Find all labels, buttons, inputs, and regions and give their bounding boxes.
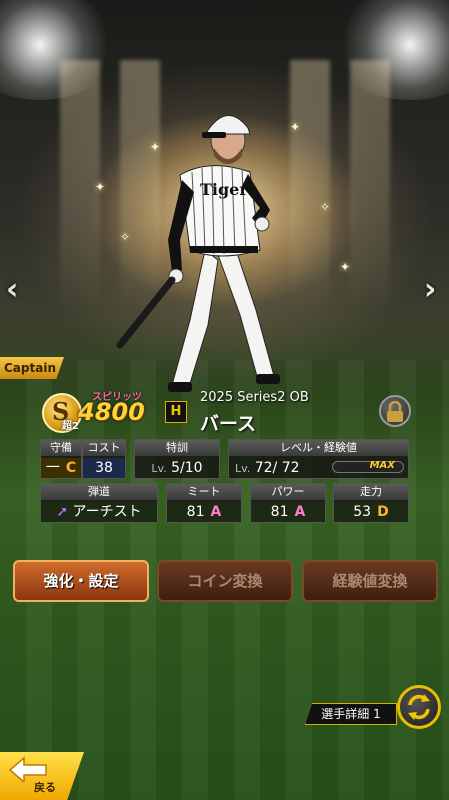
stat-speed: 走力 53 D [333, 483, 409, 523]
rank-badge: S 超2 [42, 393, 82, 433]
swap-button[interactable] [397, 685, 441, 729]
stat-level: レベル・経験値 Lv. 72/ 72 MAX [228, 439, 409, 479]
speed-rank: D [377, 504, 389, 520]
player-card-screen: ✦ ✦ ✧ ✧ ✦ ✦ Tiger ‹ › Captain S 超2 スピリッツ… [0, 0, 449, 800]
lock-button[interactable] [379, 395, 411, 427]
rank-sub: 超2 [62, 421, 79, 432]
team-logo-icon: H [165, 401, 187, 423]
stat-value: 81 A [251, 502, 325, 522]
stat-label: レベル・経験値 [229, 440, 408, 456]
cost-value: 38 [83, 458, 125, 478]
stat-value: 53 D [334, 502, 408, 522]
stat-value: 81 A [167, 502, 241, 522]
exp-convert-button[interactable]: 経験値変換 [302, 560, 438, 602]
max-label: MAX [369, 460, 395, 471]
sparkle-icon: ✦ [340, 260, 351, 274]
sparkle-icon: ✧ [320, 200, 331, 214]
lv-prefix: Lv. [151, 462, 167, 475]
light-pillar [350, 60, 390, 310]
power-rank: A [294, 504, 306, 520]
series-label: 2025 Series2 OB [200, 390, 309, 405]
stat-training: 特訓 Lv. 5/10 [134, 439, 220, 479]
player-name: バース [200, 413, 257, 435]
exp-bar: MAX [332, 460, 404, 473]
meet-value: 81 [186, 504, 205, 520]
stat-label: 弾道 [41, 484, 157, 500]
stat-power: パワー 81 A [250, 483, 326, 523]
stat-label: 守備 [41, 440, 81, 456]
stat-position: 守備 一C [40, 439, 82, 479]
power-value: 81 [270, 504, 289, 520]
stat-value: ➚ アーチスト [41, 502, 157, 522]
stat-label: コスト [83, 440, 125, 456]
stat-trajectory: 弾道 ➚ アーチスト [40, 483, 158, 523]
light-pillar [60, 60, 100, 310]
chevron-right-icon[interactable]: › [424, 272, 436, 307]
training-value: 5/10 [171, 460, 203, 476]
stat-meet: ミート 81 A [166, 483, 242, 523]
speed-value: 53 [353, 504, 372, 520]
position-rank: C [65, 460, 77, 476]
meet-rank: A [210, 504, 222, 520]
swap-icon [408, 694, 430, 720]
trajectory-arrow-icon: ➚ [56, 504, 69, 520]
stat-label: パワー [251, 484, 325, 500]
lock-icon [387, 401, 403, 422]
position-value: 一 [45, 460, 60, 476]
enhance-button[interactable]: 強化・設定 [13, 560, 149, 602]
coin-convert-button[interactable]: コイン変換 [157, 560, 293, 602]
level-value: 72/ 72 [254, 460, 300, 476]
stat-label: ミート [167, 484, 241, 500]
stat-label: 走力 [334, 484, 408, 500]
spirit-value: 4800 [78, 398, 145, 426]
player-illustration: Tiger [116, 115, 280, 392]
chevron-left-icon[interactable]: ‹ [6, 272, 18, 307]
trajectory-value: アーチスト [72, 504, 142, 520]
sparkle-icon: ✦ [95, 180, 106, 194]
lv-prefix: Lv. [235, 462, 251, 475]
stat-value: Lv. 5/10 [135, 458, 219, 478]
player-details-button[interactable]: 選手詳細 1 [305, 703, 397, 725]
captain-tag: Captain [0, 357, 64, 379]
back-label: 戻る [34, 781, 56, 794]
stat-cost: コスト 38 [82, 439, 126, 479]
uniform-text: Tiger [200, 180, 248, 199]
stat-label: 特訓 [135, 440, 219, 456]
stat-value: 一C [41, 458, 81, 478]
